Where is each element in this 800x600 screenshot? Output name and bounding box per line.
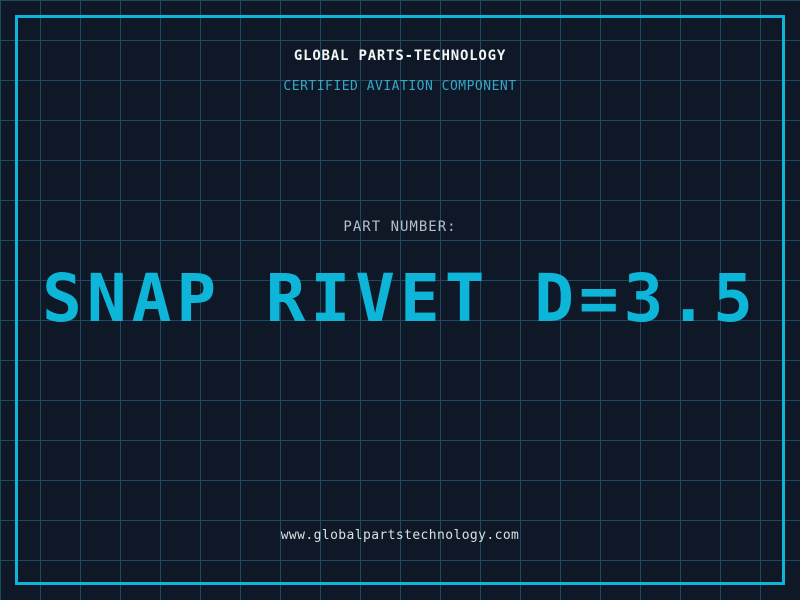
part-number-label: PART NUMBER:: [343, 219, 457, 235]
website-url: www.globalpartstechnology.com: [280, 528, 520, 543]
certification-tagline: CERTIFIED AVIATION COMPONENT: [283, 79, 517, 94]
company-name: GLOBAL PARTS-TECHNOLOGY: [293, 48, 507, 64]
part-number-value: SNAP RIVET D=3.5: [42, 260, 758, 337]
blueprint-canvas: GLOBAL PARTS-TECHNOLOGY CERTIFIED AVIATI…: [0, 0, 800, 600]
